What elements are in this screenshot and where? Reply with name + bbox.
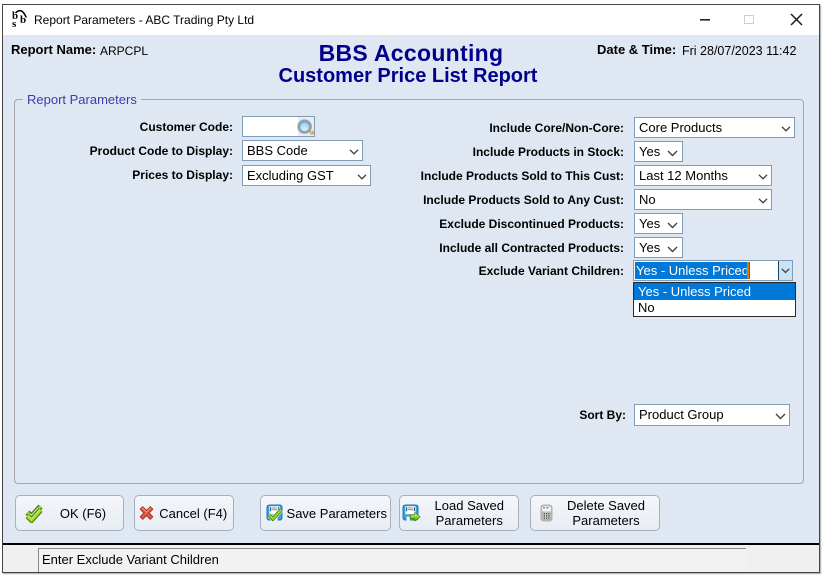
svg-text:s: s	[12, 18, 17, 27]
